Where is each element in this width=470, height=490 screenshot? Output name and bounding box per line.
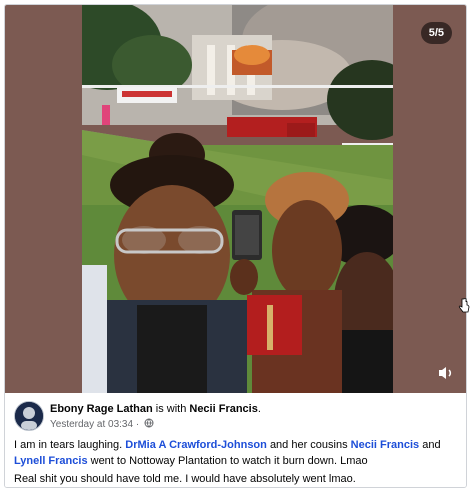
volume-icon[interactable] [436, 363, 456, 383]
media-counter: 5/5 [420, 22, 452, 44]
tagged-link-1[interactable]: DrMia A Crawford-Johnson [125, 439, 267, 451]
caption-text-2: and her cousins [269, 439, 348, 451]
post-info: Ebony Rage Lathan is with Necii Francis.… [5, 393, 466, 487]
post-meta: Yesterday at 03:34 · [50, 418, 154, 431]
timestamp[interactable]: Yesterday at 03:34 [50, 419, 133, 430]
post-photo[interactable] [82, 5, 393, 393]
post-card: 5/5 Ebony Rage Lathan is with Necii Fran… [4, 4, 467, 488]
meta-separator: · [135, 419, 140, 431]
caption-text-3: and [422, 439, 441, 451]
tagged-name[interactable]: Necii Francis [189, 403, 257, 415]
mouse-cursor-icon [458, 297, 470, 314]
caption-text-1: I am in tears laughing. [14, 439, 123, 451]
author-name[interactable]: Ebony Rage Lathan [50, 403, 153, 415]
author-line: Ebony Rage Lathan is with Necii Francis. [50, 403, 261, 415]
media-viewer[interactable]: 5/5 [5, 5, 466, 393]
tagged-suffix: . [257, 403, 261, 415]
tagged-link-2[interactable]: Necii Francis [351, 439, 419, 451]
photo-image [82, 5, 393, 393]
avatar[interactable] [14, 401, 44, 431]
caption-text-4: went to Nottoway Plantation to watch it … [90, 455, 368, 467]
post-caption: I am in tears laughing. DrMia A Crawford… [14, 437, 459, 469]
with-text: is with [155, 403, 187, 415]
globe-icon [144, 418, 154, 431]
tagged-link-3[interactable]: Lynell Francis [14, 455, 88, 467]
comment-text: Real shit you should have told me. I wou… [14, 473, 356, 485]
